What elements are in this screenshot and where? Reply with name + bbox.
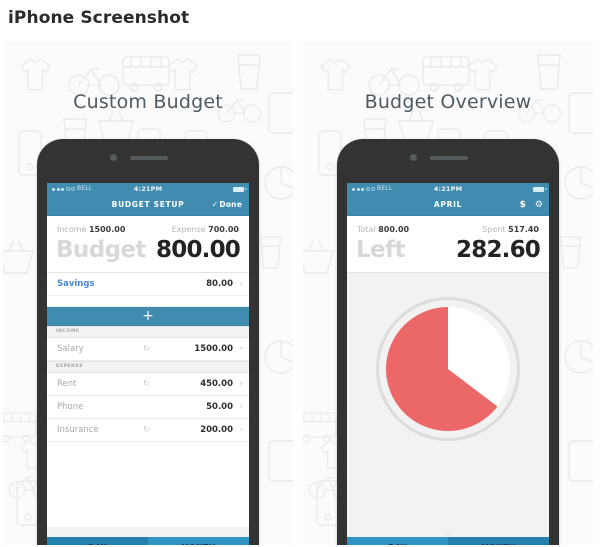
section-header-expense-label: EXPENSE [56,364,83,369]
budget-list: Savings 80.00 › + INCOME Salary ↻ 1500.0… [47,273,249,527]
add-entry-button[interactable]: + [47,307,249,326]
pie-chart-svg [376,297,520,441]
chevron-right-icon: › [239,425,243,435]
currency-icon[interactable]: $ [520,200,526,210]
gear-icon[interactable]: ⚙ [535,200,543,210]
row-name: Insurance [57,425,99,435]
section-header-income: INCOME [47,326,249,338]
check-icon: ✓ [211,200,219,209]
panel-divider [293,41,303,547]
status-bar-time: 4:21PM [433,185,463,193]
battery-icon [533,186,547,192]
battery-icon [233,186,247,192]
chevron-right-icon: › [239,379,243,389]
iphone-mockup-left: BELL 4:21PM BUDGET SETUP ✓Done Income 15… [37,139,259,547]
summary-big-row: Budget 800.00 [47,235,249,265]
overview-summary-header: Total 800.00 Spent 517.40 Left 282.60 [347,216,549,273]
repeat-icon: ↻ [143,344,150,353]
row-name: Phone [57,402,84,412]
phone-screen-right: BELL 4:21PM APRIL $ ⚙ Total 800.00 Spent… [347,183,549,547]
pie-chart[interactable] [374,295,522,443]
status-bar-left: BELL 4:21PM [47,183,249,195]
income-label: Income [57,225,87,234]
panel-heading-left: Custom Budget [73,91,223,113]
list-item-savings[interactable]: Savings 80.00 › [47,273,249,296]
savings-amount: 80.00 [206,279,233,289]
chevron-right-icon: › [239,402,243,412]
screenshot-panel-budget-overview: Budget Overview BELL 4:21PM APRIL $ ⚙ To… [303,41,593,547]
earpiece-speaker-icon [430,156,468,160]
spent-label: Spent [482,225,506,234]
nav-bar-budget-setup: BUDGET SETUP ✓Done [47,195,249,216]
expense-value: 700.00 [208,225,239,234]
expense-label: Expense [171,225,206,234]
budget-label: Budget [56,237,146,263]
left-label: Left [356,237,405,263]
chevron-right-icon: › [239,344,243,354]
row-name: Salary [57,344,84,354]
earpiece-speaker-icon [130,156,168,160]
section-header-expense: EXPENSE [47,361,249,373]
panel-heading-right: Budget Overview [364,91,532,113]
list-empty-area [47,442,249,527]
right-margin [593,41,600,547]
left-value: 282.60 [456,237,541,263]
income-value: 1500.00 [88,225,126,234]
row-name: Rent [57,379,77,389]
status-bar-time: 4:21PM [133,185,163,193]
row-amount: 50.00 [206,402,233,412]
budget-pie-chart-area: ⌄ [347,273,549,547]
row-amount: 200.00 [200,425,233,435]
plus-icon: + [142,308,154,324]
left-margin [0,41,3,547]
table-row[interactable]: Phone 50.00 › [47,396,249,419]
budget-value: 800.00 [156,237,241,263]
nav-bar-overview: APRIL $ ⚙ [347,195,549,216]
done-button[interactable]: ✓Done [211,195,242,215]
front-camera-icon [410,154,417,161]
row-amount: 1500.00 [194,344,233,354]
savings-label: Savings [57,279,95,289]
iphone-mockup-right: BELL 4:21PM APRIL $ ⚙ Total 800.00 Spent… [337,139,559,547]
table-row[interactable]: Insurance ↻ 200.00 › [47,419,249,442]
spent-value: 517.40 [508,225,539,234]
total-label: Total [357,225,376,234]
screenshot-root: iPhone Screenshot Custom Budget BELL 4:2… [0,0,600,547]
repeat-icon: ↻ [143,379,150,388]
done-label: Done [219,200,242,209]
front-camera-icon [110,154,117,161]
total-value: 800.00 [378,225,410,234]
summary-big-row: Left 282.60 [347,235,549,265]
row-amount: 450.00 [200,379,233,389]
page-title: iPhone Screenshot [8,8,190,28]
section-header-income-label: INCOME [56,329,80,334]
budget-summary-header: Income 1500.00 Expense 700.00 Budget 800… [47,216,249,273]
list-spacer [47,296,249,307]
phone-screen-left: BELL 4:21PM BUDGET SETUP ✓Done Income 15… [47,183,249,547]
table-row[interactable]: Salary ↻ 1500.00 › [47,338,249,361]
nav-actions: $ ⚙ [520,195,543,215]
repeat-icon: ↻ [143,425,150,434]
table-row[interactable]: Rent ↻ 450.00 › [47,373,249,396]
status-bar-right: BELL 4:21PM [347,183,549,195]
chevron-right-icon: › [239,279,243,289]
screenshot-panel-custom-budget: Custom Budget BELL 4:21PM BUDGET SETUP ✓… [3,41,293,547]
